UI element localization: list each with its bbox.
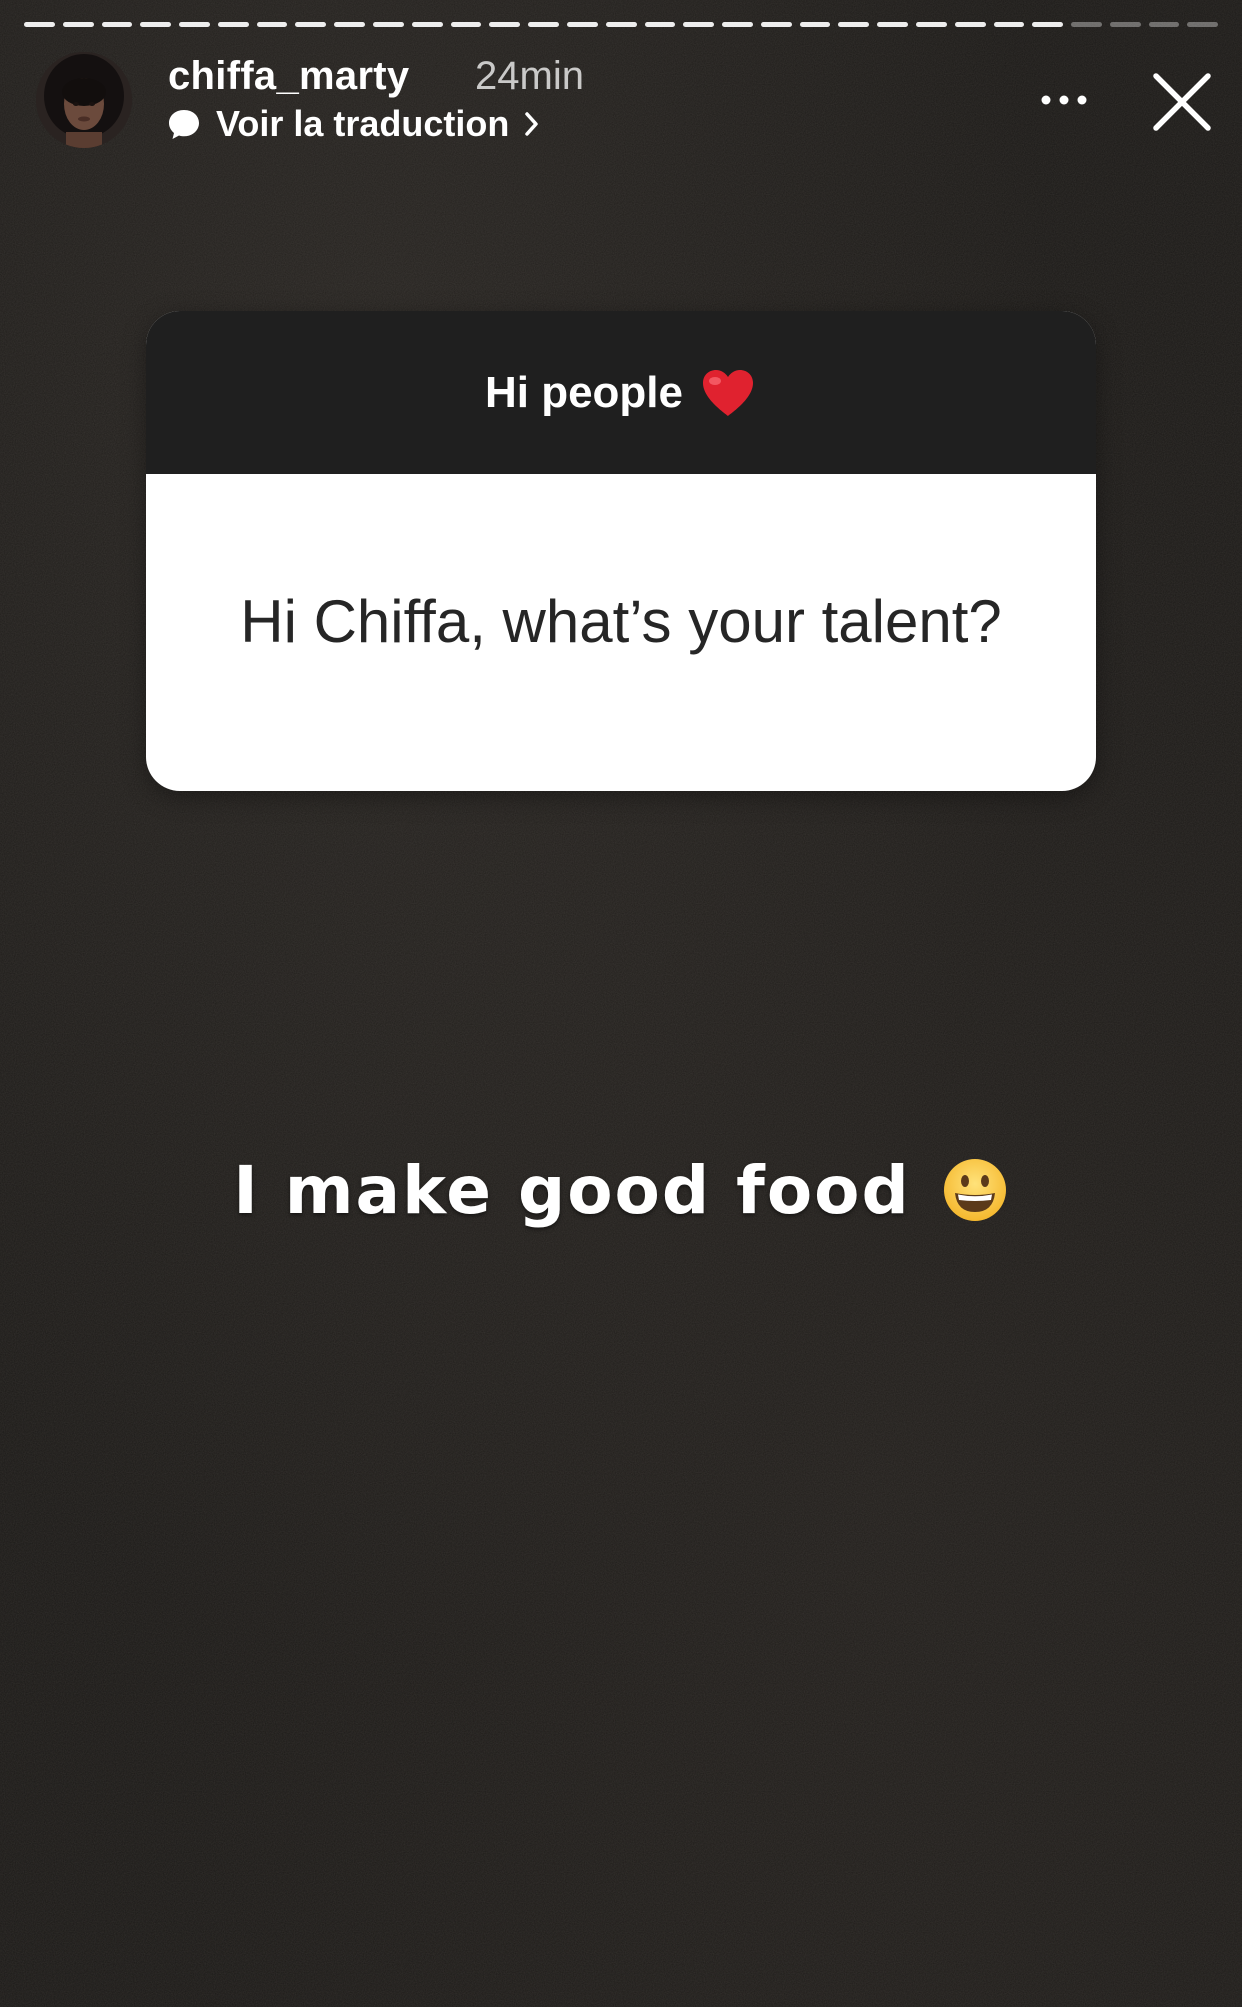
progress-segment bbox=[101, 22, 133, 27]
progress-segment bbox=[1032, 22, 1064, 27]
progress-segment bbox=[644, 22, 676, 27]
more-options-icon[interactable] bbox=[1034, 78, 1094, 122]
translation-label: Voir la traduction bbox=[216, 103, 510, 144]
progress-segment bbox=[838, 22, 870, 27]
progress-segment bbox=[24, 22, 55, 27]
progress-segment bbox=[722, 22, 753, 27]
progress-segment bbox=[683, 22, 715, 27]
progress-segment bbox=[140, 22, 172, 27]
progress-segment bbox=[256, 22, 288, 27]
question-sticker-header: Hi people bbox=[146, 311, 1096, 474]
question-sticker-title: Hi people bbox=[484, 367, 684, 417]
red-heart-icon bbox=[703, 369, 754, 416]
progress-segment bbox=[1071, 22, 1102, 27]
answer-caption: I make good food bbox=[0, 1140, 1242, 1240]
grinning-face-icon bbox=[943, 1159, 1006, 1221]
story-viewer[interactable]: chiffa_marty 24min Voir la traduction Hi… bbox=[0, 0, 1242, 2007]
progress-segment bbox=[605, 22, 637, 27]
speech-bubble-icon bbox=[169, 110, 199, 139]
progress-segment bbox=[1109, 22, 1141, 27]
username[interactable]: chiffa_marty bbox=[168, 54, 409, 99]
question-text: Hi Chiffa, what’s your talent? bbox=[240, 587, 1002, 655]
progress-segment bbox=[799, 22, 831, 27]
chevron-right-icon bbox=[525, 112, 539, 136]
profile-photo bbox=[36, 52, 132, 148]
progress-segment bbox=[62, 22, 94, 27]
progress-segment bbox=[334, 22, 366, 27]
progress-segment bbox=[295, 22, 327, 27]
progress-segment bbox=[760, 22, 792, 27]
progress-segment bbox=[566, 22, 598, 27]
progress-segment bbox=[1148, 22, 1180, 27]
background-texture bbox=[0, 0, 1242, 2007]
story-progress-bar bbox=[24, 22, 1219, 28]
progress-segment bbox=[1187, 22, 1219, 27]
progress-segment bbox=[489, 22, 521, 27]
post-time: 24min bbox=[475, 54, 584, 98]
progress-segment bbox=[450, 22, 482, 27]
question-sticker[interactable]: Hi people Hi Chiffa, what’s your talent? bbox=[146, 311, 1096, 791]
progress-segment bbox=[528, 22, 559, 27]
progress-segment bbox=[993, 22, 1025, 27]
question-sticker-body: Hi Chiffa, what’s your talent? bbox=[146, 474, 1096, 791]
translation-link[interactable]: Voir la traduction bbox=[166, 102, 541, 146]
avatar[interactable] bbox=[36, 52, 132, 148]
close-icon[interactable] bbox=[1148, 68, 1216, 136]
progress-segment bbox=[373, 22, 404, 27]
progress-segment bbox=[954, 22, 986, 27]
progress-segment bbox=[411, 22, 443, 27]
progress-segment bbox=[179, 22, 210, 27]
progress-segment bbox=[217, 22, 249, 27]
progress-segment bbox=[877, 22, 908, 27]
answer-text: I make good food bbox=[233, 1151, 911, 1229]
progress-segment bbox=[915, 22, 947, 27]
story-header: chiffa_marty 24min Voir la traduction bbox=[0, 50, 1242, 160]
